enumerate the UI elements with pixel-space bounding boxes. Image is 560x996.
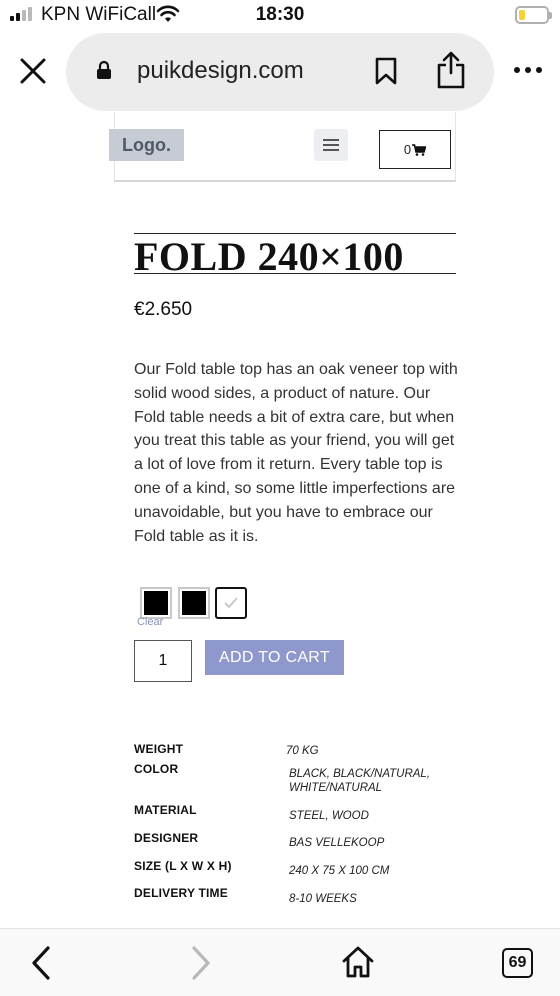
quantity-input[interactable]: 1 — [134, 640, 192, 682]
more-icon[interactable] — [514, 67, 542, 73]
title-bottom-rule — [134, 273, 456, 274]
site-logo[interactable]: Logo. — [109, 129, 184, 161]
bookmark-icon[interactable] — [374, 57, 398, 85]
spec-label: DESIGNER — [134, 831, 199, 845]
cart-button[interactable]: 0 — [379, 130, 451, 169]
url-text[interactable]: puikdesign.com — [137, 57, 304, 85]
swatch-white-natural[interactable] — [215, 587, 247, 619]
spec-label: SIZE (L X W X H) — [134, 859, 232, 873]
battery-icon — [515, 6, 552, 24]
spec-value: BAS VELLEKOOP — [289, 837, 385, 849]
cart-count: 0 — [403, 142, 412, 157]
product-description: Our Fold table top has an oak veneer top… — [134, 361, 458, 545]
clear-link[interactable]: Clear — [137, 616, 163, 628]
lock-icon — [97, 60, 111, 79]
checkmark-icon — [224, 597, 238, 609]
swatch-black-natural[interactable] — [178, 587, 210, 619]
add-to-cart-button[interactable]: ADD TO CART — [205, 640, 344, 675]
cart-icon — [412, 143, 427, 156]
home-icon[interactable] — [341, 945, 375, 979]
tabs-icon[interactable]: 69 — [502, 948, 533, 978]
spec-label: WEIGHT — [134, 742, 184, 756]
close-icon[interactable] — [18, 56, 48, 86]
forward-icon[interactable] — [188, 944, 214, 982]
spec-value: 70 KG — [286, 745, 319, 757]
spec-value: STEEL, WOOD — [289, 810, 369, 822]
spec-value: 240 X 75 X 100 CM — [289, 865, 390, 877]
browser-toolbar — [0, 928, 560, 996]
spec-label: DELIVERY TIME — [134, 886, 228, 900]
status-bar: KPN WiFiCall 18:30 — [0, 0, 560, 32]
spec-value: 8-10 WEEKS — [289, 893, 357, 905]
spec-label: MATERIAL — [134, 803, 197, 817]
back-icon[interactable] — [28, 944, 54, 982]
clock: 18:30 — [255, 4, 305, 25]
swatch-black[interactable] — [140, 587, 172, 619]
hamburger-icon[interactable] — [314, 129, 348, 161]
spec-value: BLACK, BLACK/NATURAL, WHITE/NATURAL — [289, 768, 431, 794]
spec-label: COLOR — [134, 762, 179, 776]
share-icon[interactable] — [436, 51, 466, 89]
product-price: €2.650 — [134, 299, 193, 320]
